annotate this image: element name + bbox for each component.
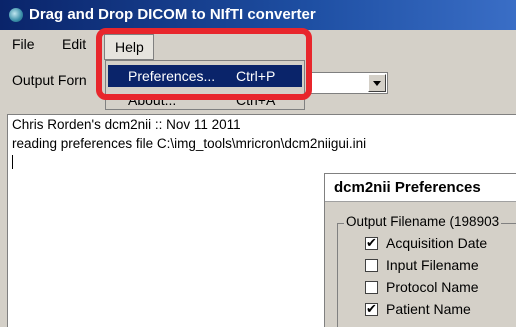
app-icon [9,8,23,22]
preferences-dialog: dcm2nii Preferences Output Filename (198… [324,173,516,327]
option-label: Input Filename [386,257,479,273]
check-icon: ✔ [366,301,377,316]
checkbox-acquisition-date[interactable]: ✔ [365,235,378,250]
title-bar[interactable]: Drag and Drop DICOM to NIfTI converter [0,0,516,30]
checkbox-input-filename[interactable] [365,259,378,272]
output-format-select[interactable] [306,72,388,94]
text-caret [12,155,13,169]
check-icon: ✔ [366,235,377,250]
checkbox-patient-name[interactable]: ✔ [365,301,378,316]
option-label: Acquisition Date [386,235,488,251]
log-line: reading preferences file C:\img_tools\mr… [12,136,367,151]
annotation-highlight [96,28,312,100]
option-label: Patient Name [386,301,471,317]
output-format-label: Output Forn [12,72,87,88]
preferences-title-bar[interactable]: dcm2nii Preferences [325,174,516,202]
window-title: Drag and Drop DICOM to NIfTI converter [29,6,316,23]
dropdown-button[interactable] [368,74,386,92]
preferences-title: dcm2nii Preferences [334,179,481,196]
chevron-down-icon [373,81,381,86]
converter-window: Drag and Drop DICOM to NIfTI converter F… [0,0,516,327]
output-filename-group-label: Output Filename (198903 [344,214,502,229]
menu-file[interactable]: File [12,36,35,52]
checkbox-protocol-name[interactable] [365,281,378,294]
menu-edit[interactable]: Edit [62,36,86,52]
option-label: Protocol Name [386,279,479,295]
log-line: Chris Rorden's dcm2nii :: Nov 11 2011 [12,117,241,132]
